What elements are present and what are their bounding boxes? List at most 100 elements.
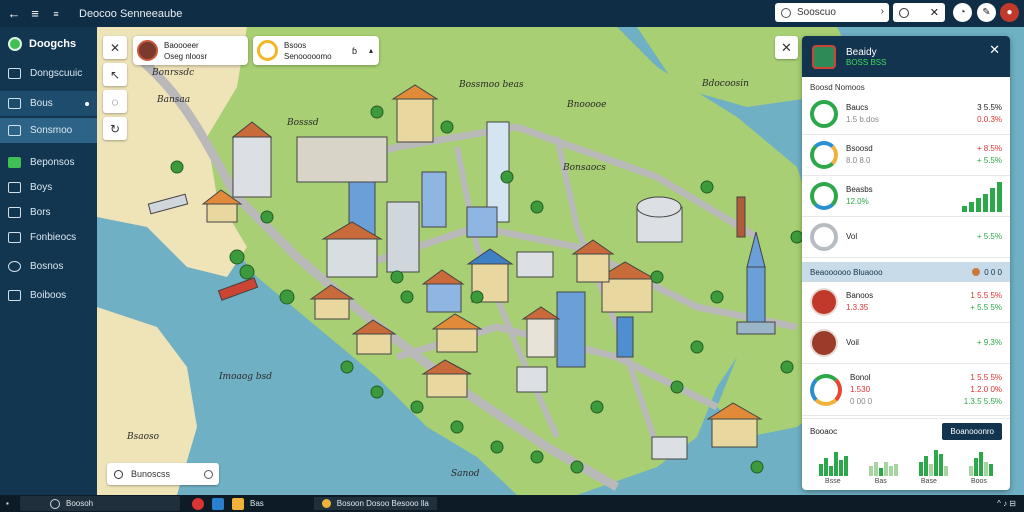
card-icon [8, 290, 21, 301]
bar [944, 466, 949, 476]
bar [878, 468, 883, 476]
chevron-right-icon[interactable]: › [881, 6, 884, 17]
bar [873, 462, 878, 476]
sidebar-item-2[interactable]: Sonsmoo [0, 118, 97, 143]
bar [924, 456, 929, 476]
map-label: Bdocoosin [702, 79, 749, 89]
mini-bar-chart [962, 180, 1002, 212]
bar [843, 456, 848, 476]
secondary-search-box[interactable]: ✕ [893, 3, 945, 22]
chat-icon[interactable]: ✎ [977, 3, 996, 22]
layers-tool-icon[interactable]: ◌ [103, 90, 127, 113]
system-tray[interactable]: ^ ♪ ⊟ [997, 499, 1016, 508]
file-icon [8, 232, 21, 243]
map-label: Bansaa [157, 95, 191, 105]
bar [939, 454, 944, 476]
avatar [137, 40, 158, 61]
sidebar-item-4[interactable]: Boys [0, 175, 97, 200]
panel-header: Beaidy BOSS BSS ✕ [802, 36, 1010, 77]
pointer-tool-icon[interactable]: ↖ [103, 63, 127, 86]
map-label: Bosssd [287, 118, 319, 128]
app-icon: ≡ [53, 8, 59, 19]
mini-bar [997, 182, 1002, 212]
sidebar-item-7[interactable]: Bosnos [0, 254, 97, 279]
start-icon[interactable]: ▪ [6, 499, 16, 509]
stat-row[interactable]: Baucs 1.5 b.dos 3 5.5% 0.0.3% [802, 94, 1010, 135]
taskbar-window[interactable]: Bosoon Dosoo Besooo lla [313, 497, 437, 510]
avatar-icon[interactable]: ● [1000, 3, 1019, 22]
top-search-input[interactable]: Sooscuo › [775, 3, 889, 22]
stat-row[interactable]: Vol + 5.5% [802, 217, 1010, 258]
hamburger-menu-icon[interactable]: ≡ [28, 6, 42, 21]
chevron-up-icon[interactable]: ▴ [369, 46, 373, 55]
sidebar-item-3[interactable]: Beponsos [0, 150, 97, 175]
weather-card[interactable]: Bsoos Senooooomo ɓ ▴ [253, 36, 379, 65]
map-label: Bsaoso [127, 432, 160, 442]
sidebar-item-8[interactable]: Boiboos [0, 283, 97, 308]
map-close-button[interactable]: ✕ [775, 36, 798, 59]
top-bar: ← ≡ ≡ Deocoo Senneeaube Sooscuo › ✕ ◔ ✎ … [0, 0, 1024, 27]
user-card[interactable]: Baoooeer Oseg nloosr [133, 36, 248, 65]
ring-chart-icon [810, 100, 838, 128]
stat-row[interactable]: Bonol 1.530 0 00 0 1 5.5 5% 1.2.0 0% 1.3… [802, 364, 1010, 416]
ring-chart-icon [810, 223, 838, 251]
thumbnail-image [810, 329, 838, 357]
close-tool-icon[interactable]: ✕ [103, 36, 127, 59]
mini-bar [983, 194, 988, 212]
panel-thumbnail [812, 44, 836, 69]
sidebar-item-5[interactable]: Bors [0, 200, 97, 225]
bar [934, 450, 939, 476]
taskbar-app-label[interactable]: Bas [250, 499, 264, 508]
folder-icon[interactable] [232, 497, 244, 510]
bar [883, 462, 888, 476]
sidebar: Doogchs Dongscuuic Bous Sonsmoo Beponsos… [0, 27, 97, 495]
bottom-bar-chart [802, 444, 1010, 476]
stat-row[interactable]: Beasbs 12.0% [802, 176, 1010, 217]
sidebar-item-0[interactable]: Dongscuuic [0, 61, 97, 86]
bottom-action-button[interactable]: Boanooonro [942, 423, 1002, 440]
back-arrow-icon[interactable]: ← [7, 6, 21, 21]
car-icon [8, 98, 21, 109]
map-search-input[interactable]: Bunoscss [107, 463, 219, 485]
sidebar-item-1[interactable]: Bous [0, 91, 97, 116]
locate-icon[interactable] [204, 469, 213, 479]
search-icon [781, 7, 791, 18]
bell-icon[interactable]: ◔ [953, 3, 972, 22]
status-dot-icon [972, 268, 981, 276]
thumbnail-image [810, 288, 838, 316]
bar [984, 462, 989, 476]
bar [868, 466, 873, 476]
ring-chart-icon [810, 141, 838, 169]
mini-bar [969, 202, 974, 212]
chart-label: Base [920, 478, 937, 485]
close-icon[interactable]: ✕ [930, 6, 939, 19]
stat-row[interactable]: Voil + 9.3% [802, 323, 1010, 364]
taskbar-search[interactable]: Boosoh [20, 496, 180, 511]
bar [969, 466, 974, 476]
map-label: Bonrssdc [152, 68, 195, 78]
close-icon[interactable]: ✕ [989, 42, 1000, 58]
refresh-tool-icon[interactable]: ↻ [103, 117, 127, 140]
settings-icon [8, 261, 21, 272]
mini-bar [976, 198, 981, 212]
mini-bar [990, 188, 995, 212]
panel-section-label: Boosd Nomoos [810, 83, 865, 92]
chart-label: Boos [970, 478, 987, 485]
panel-subtitle: BOSS BSS [846, 57, 887, 67]
map-label: Sanod [451, 469, 480, 479]
stat-row[interactable]: Bsoosd 8.0 8.0 + 8.5% + 5.5% [802, 135, 1010, 176]
bar [893, 464, 898, 476]
section-header[interactable]: Beaoooooo Bluaooo 0 0 0 [802, 262, 1010, 282]
brand-logo-icon [8, 37, 22, 51]
map-toolbar: ✕ ↖ ◌ ↻ [103, 36, 129, 140]
search-icon [114, 469, 123, 479]
sidebar-brand[interactable]: Doogchs [0, 27, 97, 61]
bar [818, 464, 823, 476]
sidebar-item-6[interactable]: Fonbieocs [0, 225, 97, 250]
app-icon[interactable] [212, 497, 224, 510]
leaf-icon [8, 125, 21, 136]
browser-icon[interactable] [192, 497, 204, 510]
stat-row[interactable]: Banoos 1.3.35 1 5.5 5% + 5.5 5% [802, 282, 1010, 323]
chart-icon [8, 157, 21, 168]
weather-line1: Bsoos [284, 40, 307, 50]
